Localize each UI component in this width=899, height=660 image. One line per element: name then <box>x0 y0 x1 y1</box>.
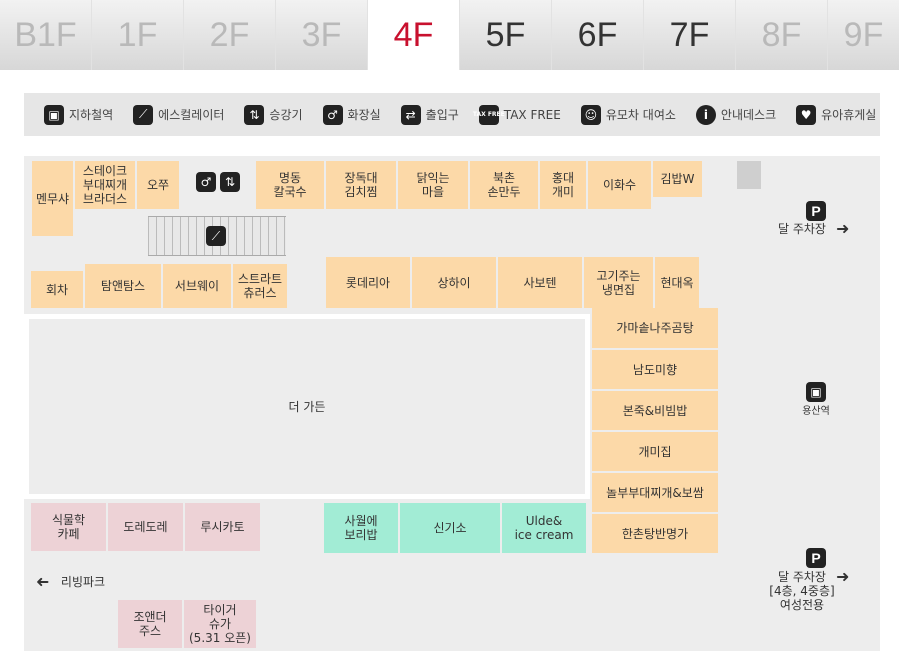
store-doredore[interactable]: 도레도레 <box>108 503 183 551</box>
store-hoecha[interactable]: 회차 <box>31 271 83 308</box>
restroom-icon: ♂ <box>322 104 343 125</box>
store-menusha[interactable]: 멘무샤 <box>32 161 73 236</box>
store-saboten[interactable]: 사보텐 <box>498 257 582 308</box>
tab-5f[interactable]: 5F <box>460 0 552 70</box>
store-ulde[interactable]: Ulde& ice cream <box>502 503 586 553</box>
store-bukchon[interactable]: 북촌 손만두 <box>470 161 538 209</box>
legend-info: i 안내데스크 <box>695 104 776 125</box>
escalator-icon: ⟋ <box>206 226 226 246</box>
store-hanchon[interactable]: 한촌탕반명가 <box>592 514 718 553</box>
store-botanic-cafe[interactable]: 식물학 카페 <box>31 503 106 551</box>
arrow-left-icon: ➜ <box>36 572 50 591</box>
legend-tax-free: TAX FREE TAX FREE <box>473 104 561 125</box>
store-hongdae[interactable]: 홍대 개미 <box>540 161 586 209</box>
store-churros[interactable]: 스트라트 츄러스 <box>233 264 287 308</box>
legend-stroller: ☺ 유모차 대여소 <box>580 104 676 125</box>
legend-restroom: ♂ 화장실 <box>322 104 381 125</box>
floor-map: 멘무샤 스테이크 부대찌개 브라더스 오쭈 ♂ ⇅ 명동 칼국수 장독대 김치찜… <box>24 156 880 651</box>
store-taman[interactable]: 탐앤탐스 <box>85 264 161 308</box>
elevator-icon: ⇅ <box>220 172 240 192</box>
store-ojju[interactable]: 오쭈 <box>137 161 179 209</box>
parking-icon: P <box>806 201 826 221</box>
restroom-icon: ♂ <box>196 172 216 192</box>
store-gogi[interactable]: 고기주는 냉면집 <box>584 257 653 308</box>
store-dak[interactable]: 닭익는 마을 <box>398 161 468 209</box>
tab-6f[interactable]: 6F <box>552 0 644 70</box>
store-shingiso[interactable]: 신기소 <box>400 503 500 553</box>
parking-top-label: 달 주차장 <box>778 222 826 236</box>
tab-4f[interactable]: 4F <box>368 0 460 70</box>
legend-escalator: ⟋ 에스컬레이터 <box>133 104 224 125</box>
tab-3f[interactable]: 3F <box>276 0 368 70</box>
store-joe-juice[interactable]: 조앤더 주스 <box>118 600 182 648</box>
legend-subway: ▣ 지하철역 <box>44 104 113 125</box>
legend-entrance: ⇄ 출입구 <box>400 104 459 125</box>
station-label: 용산역 <box>802 406 830 417</box>
tab-2f[interactable]: 2F <box>184 0 276 70</box>
store-sawol[interactable]: 사월에 보리밥 <box>324 503 398 553</box>
parking-bottom-label: 달 주차장 [4층, 4중층] 여성전용 <box>769 570 835 612</box>
store-gaemi[interactable]: 개미집 <box>592 432 718 471</box>
store-tiger-sugar[interactable]: 타이거 슈가 (5.31 오픈) <box>184 600 256 648</box>
subway-icon: ▣ <box>806 382 826 402</box>
store-nolbu[interactable]: 놀부부대찌개&보쌈 <box>592 473 718 512</box>
living-park-label: 리빙파크 <box>60 575 106 589</box>
tab-1f[interactable]: 1F <box>92 0 184 70</box>
subway-icon: ▣ <box>44 104 64 125</box>
stroller-icon: ☺ <box>580 104 601 125</box>
service-block <box>737 161 761 189</box>
nursing-icon: ♥ <box>796 104 817 125</box>
entrance-icon: ⇄ <box>400 104 421 125</box>
arrow-right-icon: ➜ <box>836 567 850 586</box>
tab-8f[interactable]: 8F <box>736 0 828 70</box>
tab-9f[interactable]: 9F <box>828 0 899 70</box>
store-lotteria[interactable]: 롯데리아 <box>326 257 410 308</box>
store-gama[interactable]: 가마솥나주곰탕 <box>592 308 718 348</box>
store-hyundaeok[interactable]: 현대옥 <box>655 257 699 308</box>
store-subway[interactable]: 서브웨이 <box>163 264 231 308</box>
tax-free-icon: TAX FREE <box>473 104 505 125</box>
store-jangdokdae[interactable]: 장독대 김치찜 <box>326 161 396 209</box>
escalator-icon: ⟋ <box>133 104 154 125</box>
info-icon: i <box>695 104 716 125</box>
store-the-garden[interactable]: 더 가든 <box>24 314 590 499</box>
store-gimbap[interactable]: 김밥W <box>653 161 702 197</box>
legend-elevator: ⇅ 승강기 <box>244 104 303 125</box>
store-myeongdong[interactable]: 명동 칼국수 <box>256 161 324 209</box>
store-shanghai[interactable]: 상하이 <box>412 257 496 308</box>
tab-7f[interactable]: 7F <box>644 0 736 70</box>
parking-icon: P <box>806 548 826 568</box>
store-steak-budae[interactable]: 스테이크 부대찌개 브라더스 <box>75 161 135 209</box>
store-namdo[interactable]: 남도미향 <box>592 350 718 389</box>
floor-tabs: B1F 1F 2F 3F 4F 5F 6F 7F 8F 9F <box>0 0 899 70</box>
store-bonjuk[interactable]: 본죽&비빔밥 <box>592 391 718 430</box>
tab-b1f[interactable]: B1F <box>0 0 92 70</box>
legend-bar: ▣ 지하철역 ⟋ 에스컬레이터 ⇅ 승강기 ♂ 화장실 ⇄ 출입구 TAX FR… <box>24 93 880 136</box>
elevator-icon: ⇅ <box>244 104 265 125</box>
store-ewhasu[interactable]: 이화수 <box>588 161 651 209</box>
legend-nursing: ♥ 유아휴게실 <box>796 104 876 125</box>
store-lusi[interactable]: 루시카토 <box>185 503 260 551</box>
arrow-right-icon: ➜ <box>836 219 850 238</box>
